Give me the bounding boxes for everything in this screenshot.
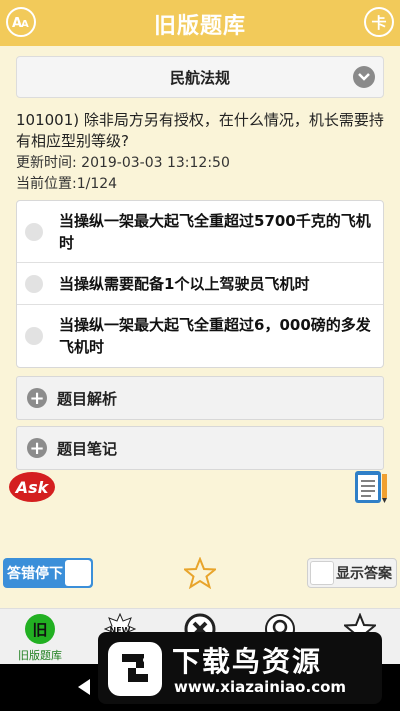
update-time: 更新时间: 2019-03-03 13:12:50 [16, 155, 230, 171]
category-select[interactable]: 民航法规 [16, 56, 384, 98]
svg-text:Ask: Ask [14, 478, 50, 497]
watermark-url: www.xiazainiao.com [174, 678, 347, 696]
watermark: 下载鸟资源 www.xiazainiao.com [98, 632, 382, 704]
ask-logo-icon[interactable]: Ask [8, 470, 56, 504]
option-c-text: 当操纵一架最大起飞全重超过6，000磅的多发飞机时 [59, 316, 371, 356]
show-answer-label: 显示答案 [336, 566, 392, 582]
notes-panel[interactable]: + 题目笔记 [16, 426, 384, 470]
question-text: 101001) 除非局方另有授权，在什么情况，机长需要持有相应型别等级? [16, 111, 384, 150]
option-c[interactable]: 当操纵一架最大起飞全重超过6，000磅的多发飞机时 [17, 305, 383, 367]
favorite-star-icon[interactable] [184, 557, 216, 589]
answer-card-icon[interactable]: 卡 [364, 7, 394, 37]
show-answer-toggle[interactable]: 显示答案 [307, 558, 397, 588]
radio-icon[interactable] [25, 222, 43, 241]
option-a-text: 当操纵一架最大起飞全重超过5700千克的飞机时 [59, 211, 371, 252]
notepad-icon[interactable] [350, 466, 390, 506]
watermark-title: 下载鸟资源 [172, 645, 323, 678]
plus-icon: + [27, 438, 47, 459]
option-a[interactable]: 当操纵一架最大起飞全重超过5700千克的飞机时 [17, 201, 383, 263]
radio-icon[interactable] [25, 274, 43, 293]
option-b[interactable]: 当操纵需要配备1个以上驾驶员飞机时 [17, 263, 383, 305]
plus-icon: + [27, 388, 47, 409]
tab-old-bank[interactable]: 旧 旧版题库 [0, 611, 80, 663]
toggle-knob [310, 561, 334, 585]
stop-on-error-label: 答错停下 [7, 566, 63, 582]
back-icon[interactable] [78, 679, 90, 695]
category-label: 民航法规 [169, 68, 230, 87]
old-bank-icon: 旧 [25, 614, 55, 644]
analysis-panel[interactable]: + 题目解析 [16, 376, 384, 420]
chevron-down-icon [353, 66, 375, 88]
radio-icon[interactable] [25, 327, 43, 345]
toggle-knob [65, 560, 91, 586]
tab-label: 旧版题库 [18, 649, 62, 662]
stop-on-error-toggle[interactable]: 答错停下 [3, 558, 93, 588]
notes-label: 题目笔记 [57, 439, 118, 458]
app-header: A A 旧版题库 卡 [0, 0, 400, 46]
option-b-text: 当操纵需要配备1个以上驾驶员飞机时 [59, 274, 310, 293]
page-title: 旧版题库 [153, 14, 246, 39]
options-list: 当操纵一架最大起飞全重超过5700千克的飞机时 当操纵需要配备1个以上驾驶员飞机… [16, 200, 384, 368]
analysis-label: 题目解析 [57, 389, 118, 408]
current-position: 当前位置:1/124 [16, 176, 118, 192]
watermark-logo-icon [108, 642, 162, 696]
svg-text:旧: 旧 [32, 621, 47, 639]
